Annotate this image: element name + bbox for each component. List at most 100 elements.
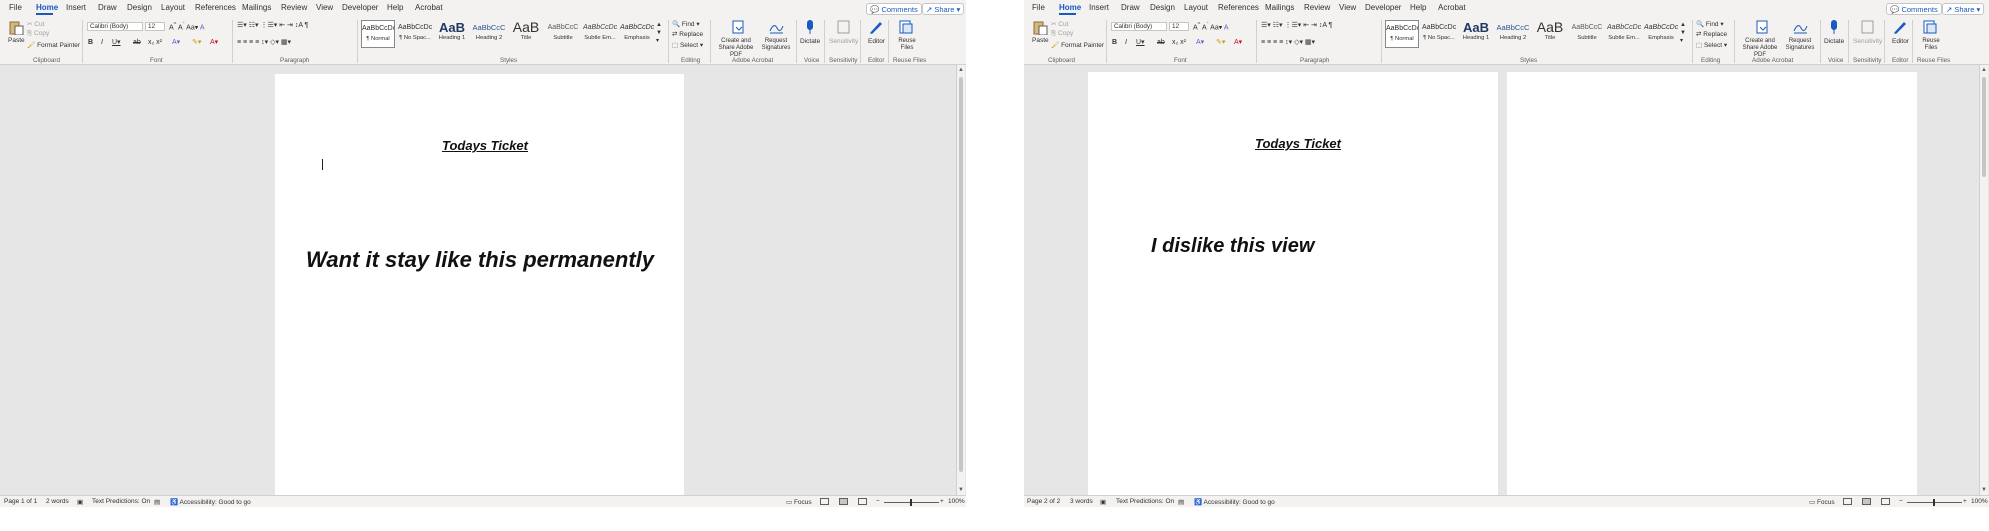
style-no-spacing[interactable]: AaBbCcDc ¶ No Spac... bbox=[1422, 20, 1456, 48]
style-heading-2[interactable]: AaBbCcC Heading 2 bbox=[472, 20, 506, 48]
grow-font-icon[interactable]: A^ Aˇ Aa▾ A bbox=[169, 21, 204, 32]
copy-button[interactable]: ⎘ Copy bbox=[27, 30, 49, 38]
zoom-in-icon[interactable]: + bbox=[940, 498, 944, 505]
scroll-up-icon[interactable]: ▲ bbox=[1980, 66, 1988, 74]
tab-draw[interactable]: Draw bbox=[1121, 3, 1140, 12]
tab-design[interactable]: Design bbox=[127, 3, 152, 12]
tab-developer[interactable]: Developer bbox=[342, 3, 378, 12]
tab-review[interactable]: Review bbox=[281, 3, 307, 12]
sensitivity-button[interactable]: Sensitivity bbox=[1853, 38, 1882, 45]
style-subtle-emphasis[interactable]: AaBbCcDc Subtle Em... bbox=[583, 20, 617, 48]
zoom-level[interactable]: 100% bbox=[948, 498, 965, 505]
tab-mailings[interactable]: Mailings bbox=[1265, 3, 1294, 12]
style-subtle-emphasis[interactable]: AaBbCcDc Subtle Em... bbox=[1607, 20, 1641, 48]
editor-button[interactable]: Editor bbox=[1892, 38, 1909, 45]
italic-icon[interactable]: I bbox=[1125, 38, 1127, 47]
font-color-icon[interactable]: A▾ bbox=[1234, 38, 1242, 47]
style-emphasis[interactable]: AaBbCcDc Emphasis bbox=[1644, 20, 1678, 48]
document-page-1[interactable]: Todays Ticket I dislike this view bbox=[1088, 72, 1498, 507]
bold-icon[interactable]: B bbox=[88, 38, 93, 47]
format-painter-button[interactable]: 🖌 Format Painter bbox=[1051, 41, 1104, 49]
accessibility-status[interactable]: ♿ Accessibility: Good to go bbox=[1194, 498, 1275, 506]
comments-button[interactable]: 💬 Comments bbox=[1886, 3, 1942, 15]
grow-font-icon[interactable]: A^ Aˇ Aa▾ A bbox=[1193, 21, 1228, 32]
tab-acrobat[interactable]: Acrobat bbox=[415, 3, 443, 12]
styles-more-icon[interactable]: ▲ ▼ ▾ bbox=[656, 21, 662, 45]
reuse-files-button[interactable]: Reuse Files bbox=[896, 38, 918, 52]
tab-acrobat[interactable]: Acrobat bbox=[1438, 3, 1466, 12]
document-title[interactable]: Todays Ticket bbox=[1255, 136, 1341, 151]
style-subtitle[interactable]: AaBbCcC Subtitle bbox=[1570, 20, 1604, 48]
style-title[interactable]: AaB Title bbox=[1533, 20, 1567, 48]
style-heading-1[interactable]: AaB Heading 1 bbox=[1459, 20, 1493, 48]
styles-more-icon[interactable]: ▲ ▼ ▾ bbox=[1680, 21, 1686, 45]
vertical-scrollbar[interactable]: ▲ ▼ bbox=[1979, 65, 1988, 495]
tab-design[interactable]: Design bbox=[1150, 3, 1175, 12]
web-layout-icon[interactable] bbox=[1881, 498, 1890, 505]
style-normal[interactable]: AaBbCcDc ¶ Normal bbox=[361, 20, 395, 48]
tab-developer[interactable]: Developer bbox=[1365, 3, 1401, 12]
italic-icon[interactable]: I bbox=[101, 38, 103, 47]
track-changes-icon[interactable]: ▤ bbox=[154, 498, 160, 506]
request-signatures-button[interactable]: Request Signatures bbox=[1784, 38, 1816, 52]
track-changes-icon[interactable]: ▤ bbox=[1178, 498, 1184, 506]
word-count[interactable]: 3 words bbox=[1070, 498, 1093, 505]
subscript-icon[interactable]: x₂ x² bbox=[1172, 38, 1186, 47]
bold-icon[interactable]: B bbox=[1112, 38, 1117, 47]
scroll-down-icon[interactable]: ▼ bbox=[957, 486, 965, 494]
bullets-icon[interactable]: ☰▾ ☷▾ ⋮☰▾ ⇤ ⇥ ↕A ¶ bbox=[1261, 21, 1332, 30]
format-painter-button[interactable]: 🖌 Format Painter bbox=[27, 41, 80, 49]
text-predictions[interactable]: Text Predictions: On bbox=[92, 498, 150, 505]
zoom-level[interactable]: 100% bbox=[1971, 498, 1988, 505]
scrollbar-thumb[interactable] bbox=[1982, 77, 1986, 177]
cut-button[interactable]: ✂ Cut bbox=[27, 20, 44, 28]
tab-file[interactable]: File bbox=[1032, 3, 1045, 12]
document-title[interactable]: Todays Ticket bbox=[442, 138, 528, 153]
underline-icon[interactable]: U▾ bbox=[112, 38, 121, 47]
reuse-files-button[interactable]: Reuse Files bbox=[1920, 38, 1942, 52]
font-color-icon[interactable]: A▾ bbox=[210, 38, 218, 47]
read-mode-icon[interactable] bbox=[820, 498, 829, 505]
scroll-down-icon[interactable]: ▼ bbox=[1980, 486, 1988, 494]
reuse-files-icon[interactable] bbox=[1922, 20, 1938, 34]
tab-mailings[interactable]: Mailings bbox=[242, 3, 271, 12]
font-name-box[interactable]: Calibri (Body) bbox=[1111, 22, 1167, 31]
copy-button[interactable]: ⎘ Copy bbox=[1051, 30, 1073, 38]
zoom-in-icon[interactable]: + bbox=[1963, 498, 1967, 505]
align-icons[interactable]: ≡ ≡ ≡ ≡ ↕▾ ◇▾ ▦▾ bbox=[237, 38, 291, 47]
strikethrough-icon[interactable]: ab bbox=[1157, 38, 1165, 47]
zoom-out-icon[interactable]: − bbox=[1899, 498, 1903, 505]
tab-help[interactable]: Help bbox=[1410, 3, 1426, 12]
focus-button[interactable]: ▭ Focus bbox=[1809, 498, 1835, 506]
tab-view[interactable]: View bbox=[1339, 3, 1356, 12]
zoom-slider-knob[interactable] bbox=[1933, 499, 1935, 506]
style-heading-2[interactable]: AaBbCcC Heading 2 bbox=[1496, 20, 1530, 48]
zoom-out-icon[interactable]: − bbox=[876, 498, 880, 505]
tab-references[interactable]: References bbox=[195, 3, 236, 12]
tab-view[interactable]: View bbox=[316, 3, 333, 12]
document-page[interactable]: Todays Ticket Want it stay like this per… bbox=[275, 74, 684, 507]
font-name-box[interactable]: Calibri (Body) bbox=[87, 22, 143, 31]
share-button[interactable]: ↗ Share ▾ bbox=[1942, 3, 1985, 15]
focus-button[interactable]: ▭ Focus bbox=[786, 498, 812, 506]
tab-insert[interactable]: Insert bbox=[1089, 3, 1109, 12]
proofing-icon[interactable]: ▣ bbox=[1100, 498, 1106, 506]
paste-button[interactable]: Paste bbox=[1032, 37, 1049, 44]
microphone-icon[interactable] bbox=[1826, 20, 1842, 34]
text-predictions[interactable]: Text Predictions: On bbox=[1116, 498, 1174, 505]
reuse-files-icon[interactable] bbox=[898, 20, 914, 34]
scroll-up-icon[interactable]: ▲ bbox=[957, 66, 965, 74]
create-pdf-icon[interactable] bbox=[1754, 20, 1770, 34]
request-signatures-icon[interactable] bbox=[768, 20, 784, 34]
dictate-button[interactable]: Dictate bbox=[800, 38, 820, 45]
tab-home[interactable]: Home bbox=[36, 3, 58, 12]
proofing-icon[interactable]: ▣ bbox=[77, 498, 83, 506]
tab-draw[interactable]: Draw bbox=[98, 3, 117, 12]
print-layout-icon[interactable] bbox=[839, 498, 848, 505]
select-button[interactable]: ⬚ Select ▾ bbox=[1696, 41, 1727, 49]
style-heading-1[interactable]: AaB Heading 1 bbox=[435, 20, 469, 48]
create-pdf-button[interactable]: Create and Share Adobe PDF bbox=[714, 38, 758, 59]
request-signatures-icon[interactable] bbox=[1792, 20, 1808, 34]
share-button[interactable]: ↗ Share ▾ bbox=[922, 3, 965, 15]
editor-icon[interactable] bbox=[868, 20, 884, 34]
